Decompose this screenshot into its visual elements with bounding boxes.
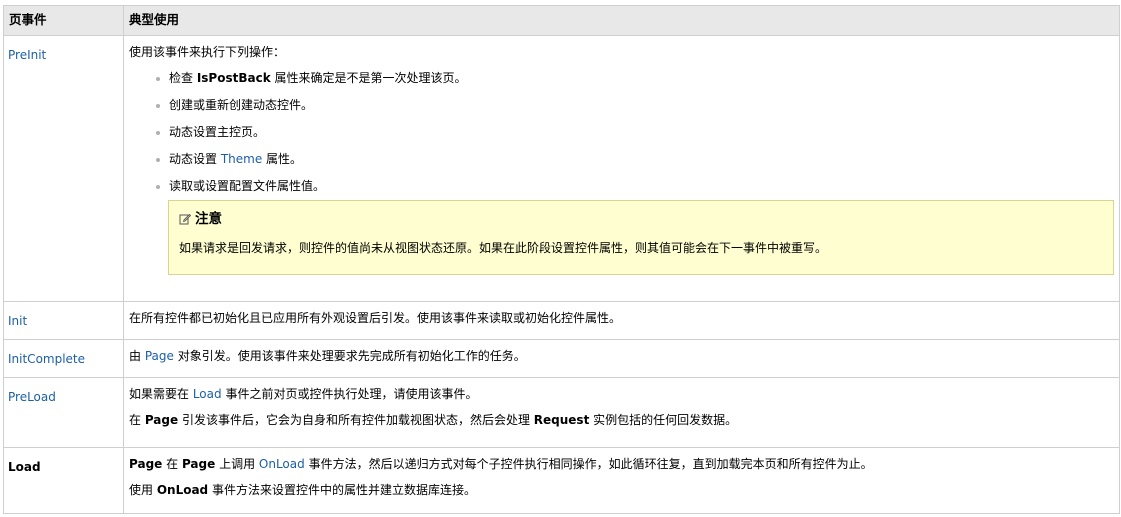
theme-link[interactable]: Theme bbox=[221, 152, 262, 166]
note-pencil-icon bbox=[179, 213, 191, 225]
preload-p1-post: 事件之前对页或控件执行处理，请使用该事件。 bbox=[221, 387, 478, 401]
page-events-table-wrapper: 页事件 典型使用 PreInit 使用该事件来执行下列操作： 检查 IsPost… bbox=[3, 5, 1120, 514]
use-cell-initcomplete: 由 Page 对象引发。使用该事件来处理要求先完成所有初始化工作的任务。 bbox=[123, 339, 1120, 378]
list-item-profile: 读取或设置配置文件属性值。 bbox=[154, 178, 1114, 194]
event-cell-initcomplete: InitComplete bbox=[3, 339, 124, 378]
text-check-pre: 检查 bbox=[169, 71, 197, 85]
text-ispostback: IsPostBack bbox=[196, 71, 271, 85]
event-cell-load: Load bbox=[3, 447, 124, 514]
table-row-init: Init 在所有控件都已初始化且已应用所有外观设置后引发。使用该事件来读取或初始… bbox=[3, 301, 1120, 340]
load-p2-post: 事件方法来设置控件中的属性并建立数据库连接。 bbox=[208, 483, 476, 497]
event-link-init[interactable]: Init bbox=[8, 314, 27, 328]
event-link-preload[interactable]: PreLoad bbox=[8, 390, 56, 404]
load-paragraph-1: Page 在 Page 上调用 OnLoad 事件方法，然后以递归方式对每个子控… bbox=[129, 456, 1114, 472]
text-check-post: 属性来确定是不是第一次处理该页。 bbox=[270, 71, 467, 85]
table-row-preinit: PreInit 使用该事件来执行下列操作： 检查 IsPostBack 属性来确… bbox=[3, 35, 1120, 302]
note-title-text: 注意 bbox=[195, 211, 222, 227]
preload-p2-pre: 在 bbox=[129, 413, 145, 427]
event-link-preinit[interactable]: PreInit bbox=[8, 48, 46, 62]
init-description: 在所有控件都已初始化且已应用所有外观设置后引发。使用该事件来读取或初始化控件属性… bbox=[129, 311, 622, 325]
preload-p1-pre: 如果需要在 bbox=[129, 387, 193, 401]
preload-p2-request: Request bbox=[533, 413, 590, 427]
event-cell-init: Init bbox=[3, 301, 124, 340]
initcomplete-description: 由 Page 对象引发。使用该事件来处理要求先完成所有初始化工作的任务。 bbox=[129, 348, 1114, 364]
load-p2-pre: 使用 bbox=[129, 483, 157, 497]
initcomplete-post: 对象引发。使用该事件来处理要求先完成所有初始化工作的任务。 bbox=[173, 349, 526, 363]
list-item-theme: 动态设置 Theme 属性。 bbox=[154, 151, 1114, 167]
initcomplete-pre: 由 bbox=[129, 349, 145, 363]
table-row-preload: PreLoad 如果需要在 Load 事件之前对页或控件执行处理，请使用该事件。… bbox=[3, 377, 1120, 448]
event-cell-preinit: PreInit bbox=[3, 35, 124, 302]
table-header-row: 页事件 典型使用 bbox=[3, 5, 1120, 36]
load-paragraph-2: 使用 OnLoad 事件方法来设置控件中的属性并建立数据库连接。 bbox=[129, 482, 1114, 498]
preinit-intro: 使用该事件来执行下列操作： bbox=[129, 45, 286, 59]
use-cell-preload: 如果需要在 Load 事件之前对页或控件执行处理，请使用该事件。 在 Page … bbox=[123, 377, 1120, 448]
header-typical-use: 典型使用 bbox=[123, 5, 1120, 36]
load-link[interactable]: Load bbox=[193, 387, 222, 401]
load-p1-t2: 上调用 bbox=[215, 457, 259, 471]
event-label-load: Load bbox=[8, 460, 41, 474]
use-cell-init: 在所有控件都已初始化且已应用所有外观设置后引发。使用该事件来读取或初始化控件属性… bbox=[123, 301, 1120, 340]
header-page-event: 页事件 bbox=[3, 5, 124, 36]
preload-p2-post: 实例包括的任何回发数据。 bbox=[589, 413, 738, 427]
load-p1-page-2: Page bbox=[181, 457, 216, 471]
note-title: 注意 bbox=[179, 211, 1103, 227]
list-item-create-controls: 创建或重新创建动态控件。 bbox=[154, 97, 1114, 113]
use-cell-preinit: 使用该事件来执行下列操作： 检查 IsPostBack 属性来确定是不是第一次处… bbox=[123, 35, 1120, 302]
table-row-initcomplete: InitComplete 由 Page 对象引发。使用该事件来处理要求先完成所有… bbox=[3, 339, 1120, 378]
onload-link[interactable]: OnLoad bbox=[259, 457, 305, 471]
preinit-operations-list: 检查 IsPostBack 属性来确定是不是第一次处理该页。 创建或重新创建动态… bbox=[129, 70, 1114, 194]
text-theme-post: 属性。 bbox=[262, 152, 303, 166]
list-item-master-page: 动态设置主控页。 bbox=[154, 124, 1114, 140]
preload-paragraph-2: 在 Page 引发该事件后，它会为自身和所有控件加载视图状态，然后会处理 Req… bbox=[129, 412, 1114, 428]
preload-paragraph-1: 如果需要在 Load 事件之前对页或控件执行处理，请使用该事件。 bbox=[129, 386, 1114, 402]
table-row-load: Load Page 在 Page 上调用 OnLoad 事件方法，然后以递归方式… bbox=[3, 447, 1120, 514]
page-events-table: 页事件 典型使用 PreInit 使用该事件来执行下列操作： 检查 IsPost… bbox=[3, 5, 1120, 514]
text-theme-pre: 动态设置 bbox=[169, 152, 221, 166]
event-cell-preload: PreLoad bbox=[3, 377, 124, 448]
preload-p2-mid: 引发该事件后，它会为自身和所有控件加载视图状态，然后会处理 bbox=[178, 413, 534, 427]
preload-p2-page: Page bbox=[144, 413, 179, 427]
load-p2-onload: OnLoad bbox=[156, 483, 209, 497]
use-cell-load: Page 在 Page 上调用 OnLoad 事件方法，然后以递归方式对每个子控… bbox=[123, 447, 1120, 514]
note-text: 如果请求是回发请求，则控件的值尚未从视图状态还原。如果在此阶段设置控件属性，则其… bbox=[179, 241, 828, 255]
load-p1-post: 事件方法，然后以递归方式对每个子控件执行相同操作，如此循环往复，直到加载完本页和… bbox=[304, 457, 873, 471]
note-box: 注意 如果请求是回发请求，则控件的值尚未从视图状态还原。如果在此阶段设置控件属性… bbox=[168, 200, 1114, 275]
event-link-initcomplete[interactable]: InitComplete bbox=[8, 352, 85, 366]
list-item-check-ispostback: 检查 IsPostBack 属性来确定是不是第一次处理该页。 bbox=[154, 70, 1114, 86]
load-p1-t1: 在 bbox=[162, 457, 182, 471]
load-p1-page-1: Page bbox=[129, 457, 163, 471]
page-link[interactable]: Page bbox=[145, 349, 174, 363]
